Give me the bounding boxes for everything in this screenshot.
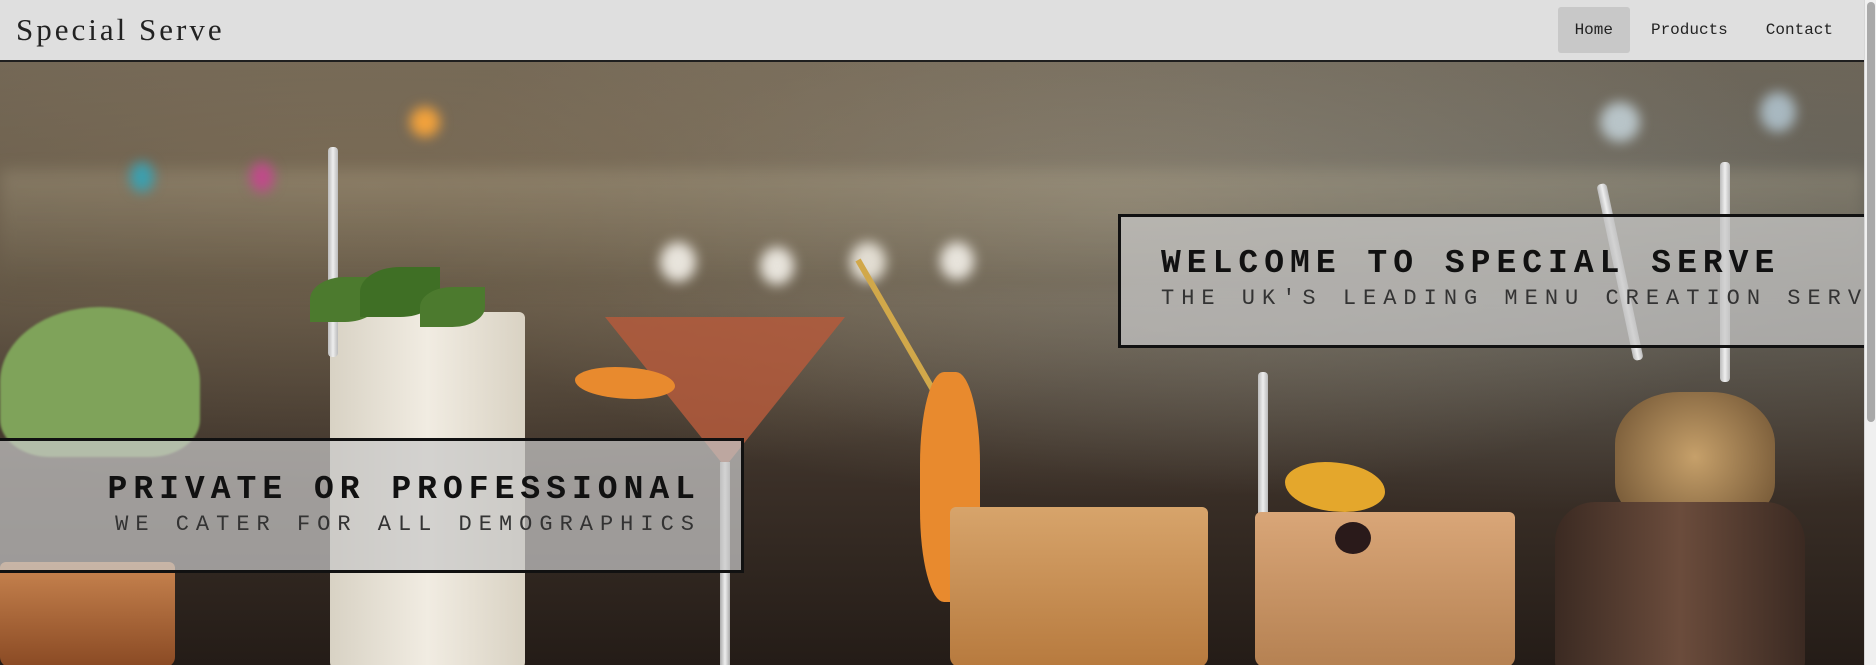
private-subtitle: WE CATER FOR ALL DEMOGRAPHICS [115,512,701,537]
rocks-glass-lemon [1255,512,1515,665]
nav-link-home[interactable]: Home [1557,7,1630,53]
page-scrollbar[interactable] [1864,0,1876,665]
bokeh-light [1760,92,1796,132]
bokeh-light [1600,102,1640,142]
mint-garnish [420,287,485,327]
short-glass [0,562,175,665]
nav-links: Home Products Contact [1557,7,1850,53]
straw [328,147,338,357]
bokeh-light [130,162,154,192]
hero-banner: WELCOME TO SPECIAL SERVE THE UK'S LEADIN… [0,62,1864,665]
private-professional-panel: PRIVATE OR PROFESSIONAL WE CATER FOR ALL… [0,438,744,573]
welcome-subtitle: THE UK'S LEADING MENU CREATION SERVICE [1161,286,1864,311]
bokeh-light [760,247,794,285]
private-title: PRIVATE OR PROFESSIONAL [107,471,701,508]
navbar: Special Serve Home Products Contact [0,0,1864,62]
rocks-glass [950,507,1208,665]
nav-link-contact[interactable]: Contact [1749,7,1850,53]
scrollbar-thumb[interactable] [1867,2,1875,422]
straw [1258,372,1268,532]
bokeh-light [660,242,696,282]
bokeh-light [940,242,974,280]
bokeh-light [250,162,274,192]
nav-link-products[interactable]: Products [1634,7,1745,53]
brand-logo[interactable]: Special Serve [16,12,225,48]
lemon-peel-garnish [1285,462,1385,512]
tiki-mug [1555,502,1805,665]
cherry-garnish [1335,522,1371,554]
welcome-panel: WELCOME TO SPECIAL SERVE THE UK'S LEADIN… [1118,214,1864,348]
welcome-title: WELCOME TO SPECIAL SERVE [1161,245,1781,282]
bokeh-light [410,107,440,137]
garnish-leaf [0,307,200,457]
